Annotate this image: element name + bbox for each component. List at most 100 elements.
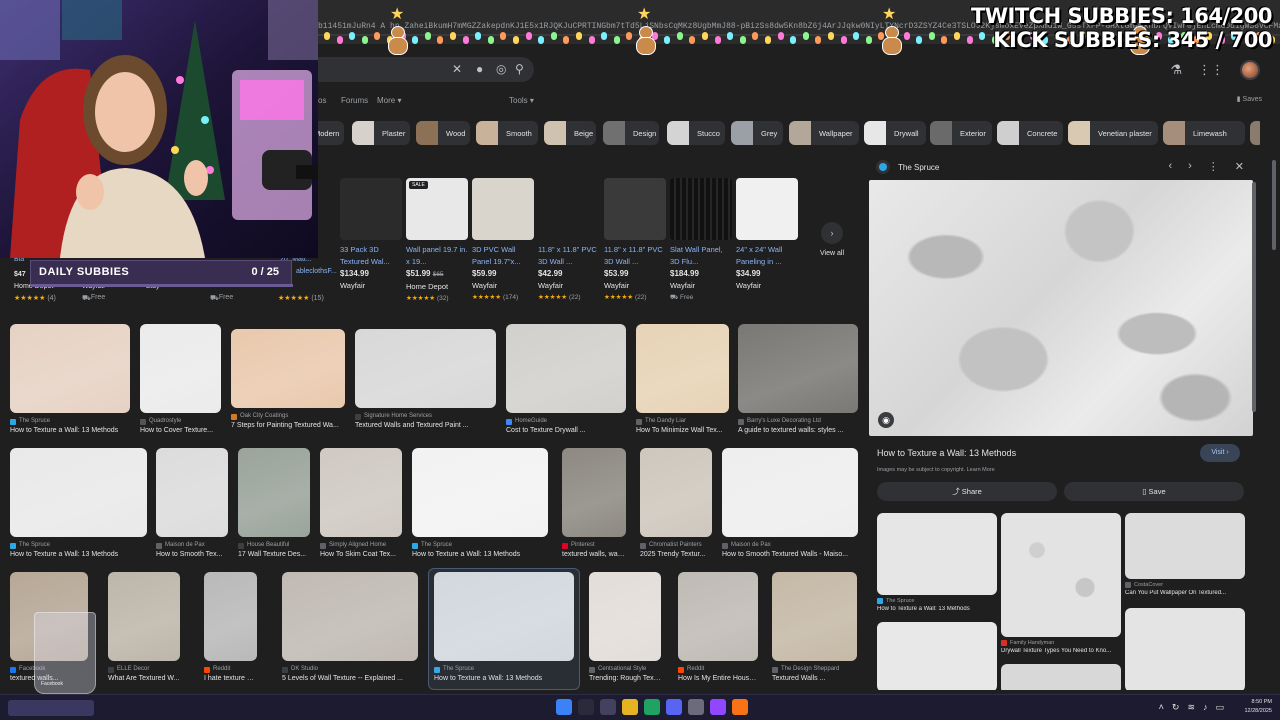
app-icon[interactable] bbox=[732, 699, 748, 715]
product-card[interactable]: Slat Wall Panel, 3D Flu... $184.99 Wayfa… bbox=[670, 178, 732, 304]
preview-image[interactable] bbox=[869, 180, 1253, 436]
clock[interactable]: 8:50 PM 12/28/2025 bbox=[1244, 698, 1272, 716]
related-thumb bbox=[877, 622, 997, 690]
nav-tab-forums[interactable]: Forums bbox=[341, 96, 368, 105]
related-image[interactable]: CostaCover Can You Put Wallpaper On Text… bbox=[1125, 513, 1245, 596]
clear-icon[interactable]: ✕ bbox=[452, 62, 462, 76]
product-card[interactable]: 3D PVC Wall Panel 19.7"x... $59.99 Wayfa… bbox=[472, 178, 534, 304]
panel-scrollbar[interactable] bbox=[1252, 182, 1256, 412]
chip-exterior[interactable]: Exterior bbox=[930, 121, 992, 145]
chip-grey[interactable]: Grey bbox=[731, 121, 783, 145]
battery-icon[interactable]: ▭ bbox=[1215, 702, 1224, 713]
image-result[interactable]: The Dandy Liar How To Minimize Wall Tex..… bbox=[636, 324, 729, 436]
chip-venetian-plaster[interactable]: Venetian plaster bbox=[1068, 121, 1158, 145]
mic-icon[interactable]: ● bbox=[476, 62, 483, 76]
app-icon[interactable] bbox=[688, 699, 704, 715]
close-icon[interactable]: ✕ bbox=[1235, 160, 1244, 173]
product-name[interactable]: ableclothsF... bbox=[296, 268, 337, 275]
chip-modern[interactable]: Modern bbox=[318, 121, 344, 145]
image-result[interactable]: Pinterest textured walls, wall ... bbox=[562, 448, 626, 560]
chip-plaster[interactable]: Plaster bbox=[352, 121, 410, 145]
image-result[interactable]: Signature Home Services Textured Walls an… bbox=[355, 329, 496, 431]
taskbar-widget[interactable] bbox=[8, 700, 94, 716]
product-card[interactable]: 11.8" x 11.8" PVC 3D Wall ... $42.99 Way… bbox=[538, 178, 600, 304]
apps-grid-icon[interactable]: ⋮⋮ bbox=[1198, 62, 1224, 78]
image-result[interactable]: Reddit How Is My Entire House... bbox=[678, 572, 758, 684]
image-result[interactable]: Chromatist Painters 2025 Trendy Textur... bbox=[640, 448, 712, 560]
preview-source[interactable]: The Spruce bbox=[876, 160, 939, 174]
chip-beige[interactable]: Beige bbox=[544, 121, 596, 145]
search-icon[interactable] bbox=[578, 699, 594, 715]
save-button[interactable]: ▯ Save bbox=[1064, 482, 1244, 501]
source-logo-icon bbox=[876, 160, 890, 174]
nav-tab-short[interactable]: os bbox=[318, 96, 326, 105]
image-result[interactable]: Maison de Pax How to Smooth Textured Wall… bbox=[722, 448, 858, 560]
image-result[interactable]: Simply Aligned Home How To Skim Coat Tex.… bbox=[320, 448, 402, 560]
page-scrollbar[interactable] bbox=[1272, 160, 1276, 250]
chip-concrete[interactable]: Concrete bbox=[997, 121, 1063, 145]
result-title: Trending: Rough Text... bbox=[589, 675, 661, 682]
image-result[interactable]: Centsational Style Trending: Rough Text..… bbox=[589, 572, 661, 684]
product-card[interactable]: 11.8" x 11.8" PVC 3D Wall ... $53.99 Way… bbox=[604, 178, 666, 304]
task-view-icon[interactable] bbox=[600, 699, 616, 715]
garland-light bbox=[727, 32, 734, 40]
image-result[interactable]: House Beautiful 17 Wall Texture Des... bbox=[238, 448, 310, 560]
image-result[interactable]: Oak City Coatings 7 Steps for Painting Te… bbox=[231, 329, 345, 431]
garland-light bbox=[513, 36, 519, 44]
product-card[interactable]: 33 Pack 3D Textured Wal... $134.99 Wayfa… bbox=[340, 178, 402, 292]
image-result[interactable]: Reddit I hate texture walls.... bbox=[204, 572, 257, 684]
related-image[interactable] bbox=[1125, 608, 1245, 690]
tools-button[interactable]: Tools ▾ bbox=[509, 96, 534, 105]
discord-icon[interactable] bbox=[666, 699, 682, 715]
chip-overflow[interactable] bbox=[1250, 121, 1260, 145]
chip-smooth[interactable]: Smooth bbox=[476, 121, 538, 145]
more-vert-icon[interactable]: ⋮ bbox=[1208, 160, 1219, 173]
search-icon[interactable]: ⚲ bbox=[515, 62, 524, 76]
image-result[interactable]: HomeGuide Cost to Texture Drywall ... bbox=[506, 324, 626, 436]
image-result[interactable]: The Spruce How to Texture a Wall: 13 Meth… bbox=[10, 324, 130, 436]
image-result[interactable]: The Spruce How to Texture a Wall: 13 Meth… bbox=[412, 448, 548, 560]
search-input[interactable]: ✕ ● ◎ ⚲ bbox=[318, 57, 534, 82]
image-result[interactable]: The Design Sheppard Textured Walls ... bbox=[772, 572, 857, 684]
related-image[interactable]: The Spruce How to Texture a Wall: 13 Met… bbox=[877, 513, 997, 612]
labs-icon[interactable]: ⚗ bbox=[1170, 62, 1182, 78]
share-button[interactable]: ⤴ Share bbox=[877, 482, 1057, 501]
wifi-icon[interactable]: ≋ bbox=[1187, 702, 1195, 713]
image-result[interactable]: Maison de Pax How to Smooth Tex... bbox=[156, 448, 228, 560]
related-image[interactable]: Family Handyman Drywall Texture Types Yo… bbox=[1001, 513, 1121, 654]
avatar[interactable] bbox=[1240, 60, 1260, 80]
twitch-icon[interactable] bbox=[710, 699, 726, 715]
product-card[interactable]: SALE Wall panel 19.7 in. x 19... $51.99 … bbox=[406, 178, 468, 305]
chip-wallpaper[interactable]: Wallpaper bbox=[789, 121, 859, 145]
start-icon[interactable] bbox=[556, 699, 572, 715]
preview-title[interactable]: How to Texture a Wall: 13 Methods bbox=[877, 448, 1016, 458]
refresh-icon[interactable]: ↻ bbox=[1172, 702, 1180, 713]
nav-tab-more[interactable]: More ▾ bbox=[377, 96, 401, 105]
product-card[interactable]: 24" x 24" Wall Paneling in ... $34.99 Wa… bbox=[736, 178, 798, 292]
chip-wood[interactable]: Wood bbox=[416, 121, 470, 145]
camera-search-icon[interactable]: ◎ bbox=[496, 62, 506, 76]
chip-drywall[interactable]: Drywall bbox=[864, 121, 926, 145]
image-result[interactable]: Barry's Luxe Decorating Ltd A guide to te… bbox=[738, 324, 858, 436]
image-result[interactable]: DK Studio 5 Levels of Wall Texture -- Exp… bbox=[282, 572, 418, 684]
review-count: (22) bbox=[568, 294, 581, 301]
chip-limewash[interactable]: Limewash bbox=[1163, 121, 1245, 145]
visit-button[interactable]: Visit › bbox=[1200, 444, 1240, 462]
related-image[interactable] bbox=[1001, 664, 1121, 690]
lens-icon[interactable]: ◉ bbox=[878, 412, 894, 428]
volume-icon[interactable]: ♪ bbox=[1203, 702, 1208, 713]
chip-design[interactable]: Design bbox=[603, 121, 659, 145]
chevron-right-icon: › bbox=[821, 222, 843, 244]
image-result[interactable]: Quadrostyle How to Cover Texture... bbox=[140, 324, 221, 436]
view-all-button[interactable]: › View all bbox=[812, 222, 852, 257]
saves-link[interactable]: ▮ Saves bbox=[1237, 95, 1262, 103]
chevron-up-icon[interactable]: ˄ bbox=[1159, 702, 1164, 713]
chevron-left-icon[interactable]: ‹ bbox=[1168, 160, 1172, 173]
file-explorer-icon[interactable] bbox=[622, 699, 638, 715]
chrome-icon[interactable] bbox=[644, 699, 660, 715]
related-image[interactable] bbox=[877, 622, 997, 690]
chip-stucco[interactable]: Stucco bbox=[667, 121, 725, 145]
chevron-right-icon[interactable]: › bbox=[1188, 160, 1192, 173]
image-result[interactable]: ELLE Decor What Are Textured W... bbox=[108, 572, 180, 684]
image-result[interactable]: The Spruce How to Texture a Wall: 13 Meth… bbox=[10, 448, 147, 560]
